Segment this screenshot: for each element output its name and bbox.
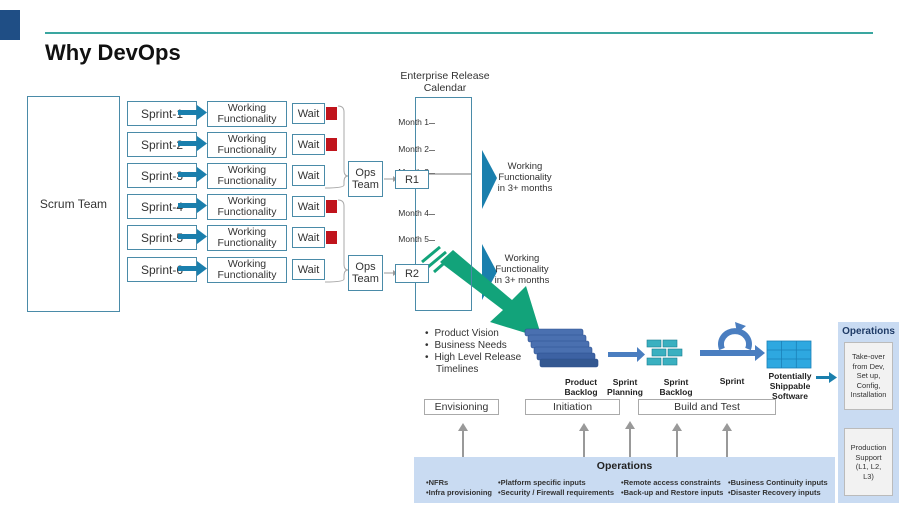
takeover-box: Take-over from Dev, Set up, Config, Installa… [844, 342, 893, 410]
bullet-item: High Level Release [425, 352, 522, 364]
ops-team-box: Ops Team [348, 161, 383, 197]
outcome-label: Working Functionality in 3+ months [497, 161, 553, 194]
calendar-month: Month 1 [398, 117, 429, 127]
phase-envisioning: Envisioning [424, 399, 499, 415]
up-arrow [579, 423, 589, 457]
brace-top [324, 105, 349, 189]
up-arrow [625, 421, 635, 457]
calendar-month: Month 2 [398, 144, 429, 154]
operations-column: Remote access constraintsBack-up and Res… [621, 478, 724, 498]
month-tick [429, 173, 435, 174]
sprint-backlog-label: Sprint Backlog [659, 377, 693, 397]
calendar-month: Month 4 [398, 208, 429, 218]
calendar-month: Month 5 [398, 234, 429, 244]
month-tick [429, 123, 435, 124]
sprint-planning-label: Sprint Planning [607, 377, 643, 397]
sprint-backlog-icon [646, 339, 683, 366]
month-tick [429, 214, 435, 215]
up-arrow [672, 423, 682, 457]
shippable-software-label: Potentially Shippable Software [768, 371, 812, 401]
production-support-box: Production Support (L1, L2, L3) [844, 428, 893, 496]
bullet-item: Business Needs [425, 340, 521, 352]
outcome-label: Working Functionality in 3+ months [494, 253, 550, 286]
sprint-planning-arrow [608, 347, 645, 362]
operations-band: Operations NFRsInfra provisioning Platfo… [414, 457, 835, 503]
phase-build-and-test: Build and Test [638, 399, 776, 415]
sprint-cycle-icon [700, 322, 765, 361]
envisioning-bullets: Product Vision Business Needs High Level… [425, 328, 522, 376]
operations-side-title: Operations [842, 326, 895, 337]
month-tick [429, 240, 435, 241]
operations-column: NFRsInfra provisioning [426, 478, 492, 498]
release-r1: R1 [395, 170, 429, 189]
up-arrow [458, 423, 468, 457]
to-operations-arrow [816, 372, 837, 383]
shippable-software-icon [766, 340, 812, 369]
product-backlog-label: Product Backlog [564, 377, 598, 397]
operations-band-title: Operations [596, 460, 653, 472]
release-r2: R2 [395, 264, 429, 283]
bullet-item: Product Vision [425, 328, 521, 340]
up-arrow [722, 423, 732, 457]
product-backlog-icon [524, 328, 599, 368]
brace-bottom [324, 199, 349, 283]
bullet-item-continued: Timelines [436, 364, 479, 375]
calendar-title: Enterprise Release Calendar [400, 70, 490, 94]
operations-column: Platform specific inputsSecurity / Firew… [498, 478, 614, 498]
operations-column: Business Continuity inputsDisaster Recov… [728, 478, 828, 498]
operations-side-panel: Operations Take-over from Dev, Set up, Conf… [838, 322, 899, 503]
month-tick [429, 150, 435, 151]
ops-team-box: Ops Team [348, 255, 383, 291]
sprint-label: Sprint [719, 376, 745, 386]
phase-initiation: Initiation [525, 399, 620, 415]
